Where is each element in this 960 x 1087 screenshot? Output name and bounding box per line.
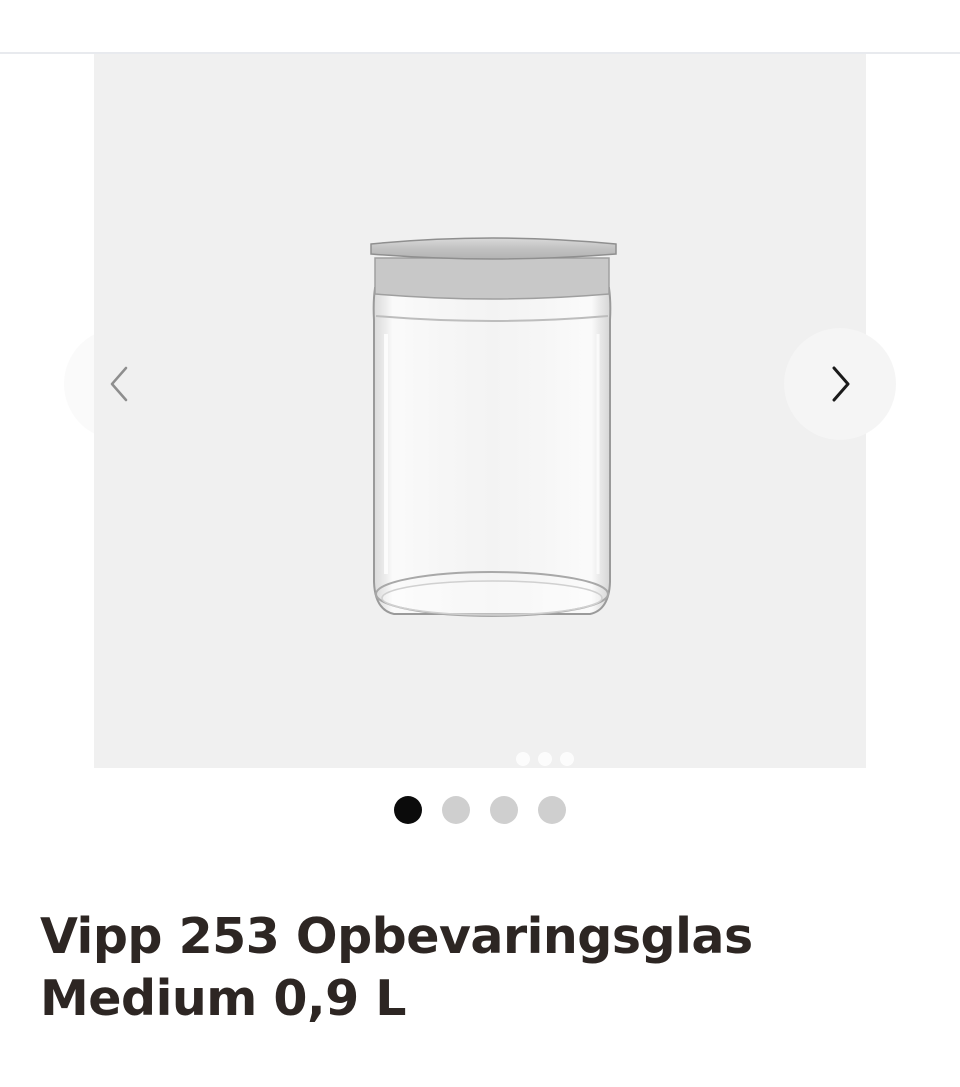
chevron-left-icon <box>110 366 128 402</box>
chevron-right-icon <box>832 366 850 402</box>
product-image[interactable] <box>94 54 866 768</box>
product-title-line-2: Medium 0,9 L <box>40 970 406 1027</box>
glass-jar-illustration <box>370 237 617 617</box>
top-header-bar <box>0 0 960 54</box>
product-image-gallery[interactable] <box>0 54 960 768</box>
pagination-dot-4[interactable] <box>538 796 566 824</box>
product-title: Vipp 253 Opbevaringsglas Medium 0,9 L <box>40 906 920 1030</box>
next-image-button[interactable] <box>784 328 896 440</box>
pagination-dot-3[interactable] <box>490 796 518 824</box>
gallery-pagination <box>0 796 960 828</box>
product-title-line-1: Vipp 253 Opbevaringsglas <box>40 908 753 965</box>
previous-image-button[interactable] <box>64 328 176 440</box>
overlay-dots-decor <box>516 752 606 768</box>
pagination-dot-1[interactable] <box>394 796 422 824</box>
pagination-dot-2[interactable] <box>442 796 470 824</box>
